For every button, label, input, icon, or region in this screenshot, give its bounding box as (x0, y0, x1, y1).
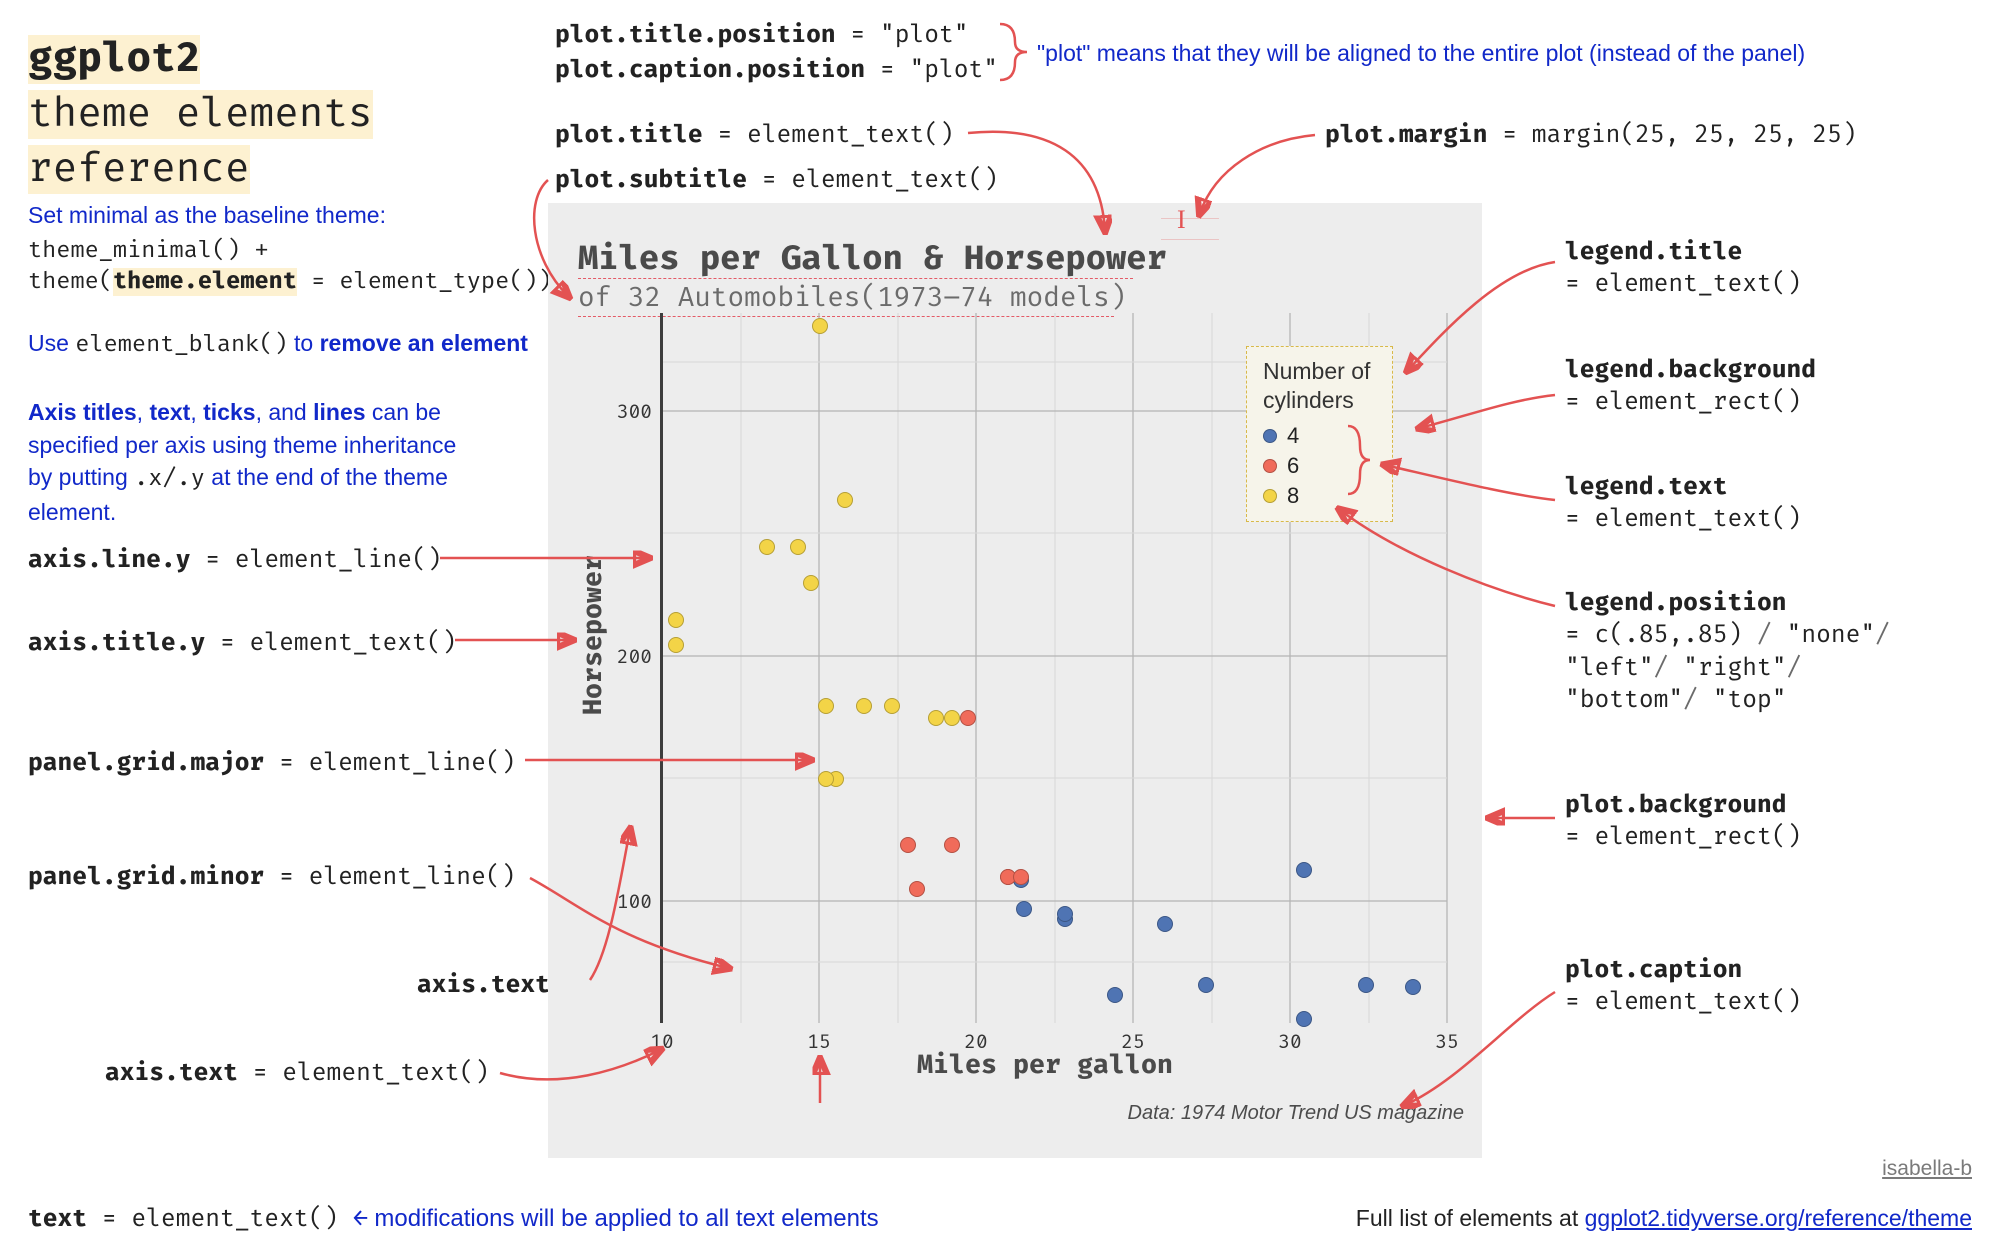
dot-icon (1263, 489, 1277, 503)
y-tick: 200 (617, 645, 652, 669)
data-point (1013, 869, 1029, 885)
label-plot-margin: plot.margin = margin(25, 25, 25, 25) (1325, 120, 1857, 152)
data-point (790, 539, 806, 555)
data-point (856, 698, 872, 714)
axis-inheritance-hint: Axis titles, text, ticks, and lines can … (28, 396, 518, 529)
grid-minor-h (662, 532, 1447, 534)
margin-cursor-icon: — (1161, 235, 1218, 244)
grid-major-v (975, 313, 977, 1023)
x-tick: 10 (647, 1030, 677, 1054)
data-point (668, 637, 684, 653)
footer-link: Full list of elements at ggplot2.tidyver… (1356, 1203, 1972, 1234)
label-title-position: plot.title.position = "plot" (555, 20, 969, 52)
x-tick: 15 (804, 1030, 834, 1054)
grid-major-h (662, 900, 1447, 902)
label-legend-position: legend.position = c(.85,.85) / "none"/ "… (1565, 588, 1890, 718)
label-plot-subtitle: plot.subtitle = element_text() (555, 165, 998, 197)
data-point (759, 539, 775, 555)
grid-minor-h (662, 777, 1447, 779)
data-point (803, 575, 819, 591)
label-axis-line-y: axis.line.y = element_line() (28, 545, 442, 577)
y-tick: 300 (617, 400, 652, 424)
data-point (909, 881, 925, 897)
footer-text-element: text = element_text() ← modifications wi… (28, 1203, 879, 1236)
legend-entries: 4 6 8 (1263, 423, 1370, 509)
label-axis-text: axis.text = element_text() (105, 1058, 489, 1090)
data-point (1296, 862, 1312, 878)
data-point (812, 318, 828, 334)
doc-title: ggplot2 theme elements reference (28, 32, 373, 198)
baseline-hint: Set minimal as the baseline theme: (28, 200, 386, 231)
label-legend-bg: legend.background= element_rect() (1565, 355, 1816, 420)
data-point (668, 612, 684, 628)
margin-cursor-icon: — (1161, 214, 1218, 223)
data-point (944, 837, 960, 853)
data-point (1198, 977, 1214, 993)
label-plot-caption: plot.caption= element_text() (1565, 955, 1801, 1020)
label-legend-title: legend.title= element_text() (1565, 237, 1801, 302)
x-tick: 25 (1118, 1030, 1148, 1054)
doc-title-l1: ggplot2 (28, 35, 200, 84)
legend-title: Number of cylinders (1263, 357, 1370, 415)
data-point (960, 710, 976, 726)
element-blank-hint: Use element_blank() to remove an element (28, 328, 528, 361)
grid-major-v (1446, 313, 1448, 1023)
legend-item-8: 8 (1263, 483, 1370, 509)
label-plot-title: plot.title = element_text() (555, 120, 954, 152)
grid-minor-v (1211, 313, 1213, 1023)
dot-icon (1263, 429, 1277, 443)
data-point (1296, 1011, 1312, 1027)
label-plot-bg: plot.background= element_rect() (1565, 790, 1801, 855)
page: ggplot2 theme elements reference Set min… (0, 0, 2000, 1250)
data-point (1157, 916, 1173, 932)
grid-major-h (662, 655, 1447, 657)
grid-major-v (818, 313, 820, 1023)
dot-icon (1263, 459, 1277, 473)
baseline-code: theme_minimal() + theme(theme.element = … (28, 236, 552, 298)
data-point (884, 698, 900, 714)
grid-major-v (1132, 313, 1134, 1023)
data-point (928, 710, 944, 726)
data-point (1016, 901, 1032, 917)
data-point (944, 710, 960, 726)
label-panel-grid-minor: panel.grid.minor = element_line() (28, 862, 515, 894)
plot-title-indicator (578, 278, 1133, 279)
data-point (900, 837, 916, 853)
plot-title: Miles per Gallon & Horsepower (578, 238, 1167, 283)
x-tick: 30 (1275, 1030, 1305, 1054)
doc-title-l2: theme elements (28, 90, 373, 139)
title-position-explain: "plot" means that they will be aligned t… (1037, 38, 1805, 69)
attribution[interactable]: isabella-b (1882, 1155, 1972, 1183)
legend-item-4: 4 (1263, 423, 1370, 449)
plot-caption: Data: 1974 Motor Trend US magazine (1128, 1100, 1464, 1127)
data-point (1057, 906, 1073, 922)
label-panel-grid-major: panel.grid.major = element_line() (28, 748, 515, 780)
label-caption-position: plot.caption.position = "plot" (555, 55, 998, 87)
y-tick: 100 (617, 890, 652, 914)
legend-item-6: 6 (1263, 453, 1370, 479)
label-legend-text: legend.text= element_text() (1565, 472, 1801, 537)
y-axis-title: Horsepower (576, 555, 611, 715)
legend: Number of cylinders 4 6 8 (1246, 346, 1393, 522)
grid-minor-h (662, 961, 1447, 963)
reference-link[interactable]: ggplot2.tidyverse.org/reference/theme (1585, 1205, 1972, 1231)
data-point (837, 492, 853, 508)
data-point (1107, 987, 1123, 1003)
grid-minor-v (1054, 313, 1056, 1023)
grid-minor-v (897, 313, 899, 1023)
x-tick: 35 (1432, 1030, 1462, 1054)
data-point (1358, 977, 1374, 993)
data-point (818, 698, 834, 714)
data-point (1405, 979, 1421, 995)
label-axis-title-y: axis.title.y = element_text() (28, 628, 456, 660)
doc-title-l3: reference (28, 145, 250, 194)
plot-subtitle: of 32 Automobiles(1973–74 models) (578, 281, 1126, 317)
grid-minor-v (740, 313, 742, 1023)
x-tick: 20 (961, 1030, 991, 1054)
axis-line-y (660, 313, 663, 1023)
